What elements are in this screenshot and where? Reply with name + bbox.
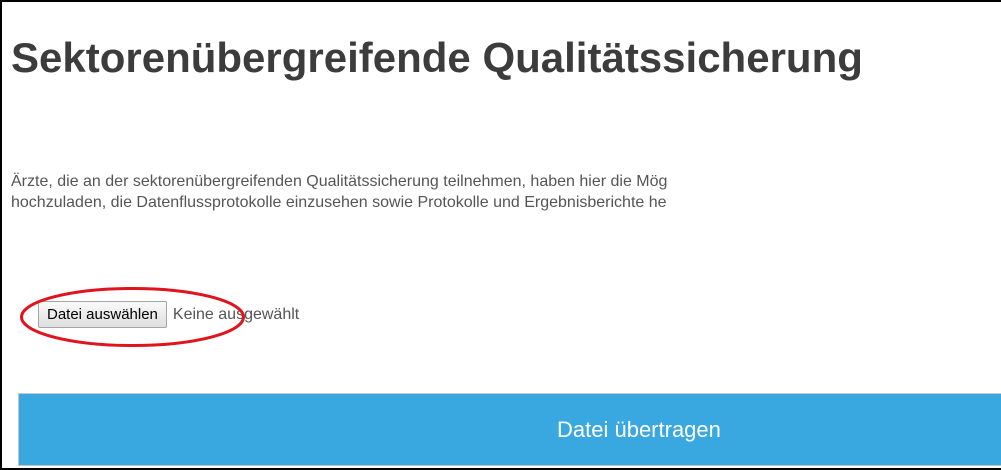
choose-file-button[interactable]: Datei auswählen bbox=[38, 301, 167, 328]
file-picker: Datei auswählen Keine ausgewählt bbox=[38, 301, 299, 328]
no-file-selected-text: Keine ausgewählt bbox=[172, 305, 300, 323]
description: Ärzte, die an der sektorenübergreifenden… bbox=[11, 171, 1001, 213]
description-line-2: hochzuladen, die Datenflussprotokolle ei… bbox=[11, 194, 667, 211]
page-title: Sektorenübergreifende Qualitätssicherung bbox=[11, 34, 863, 81]
page-frame: Sektorenübergreifende Qualitätssicherung… bbox=[0, 0, 1001, 470]
submit-file-button[interactable]: Datei übertragen bbox=[18, 393, 1001, 466]
description-line-1: Ärzte, die an der sektorenübergreifenden… bbox=[11, 173, 668, 190]
